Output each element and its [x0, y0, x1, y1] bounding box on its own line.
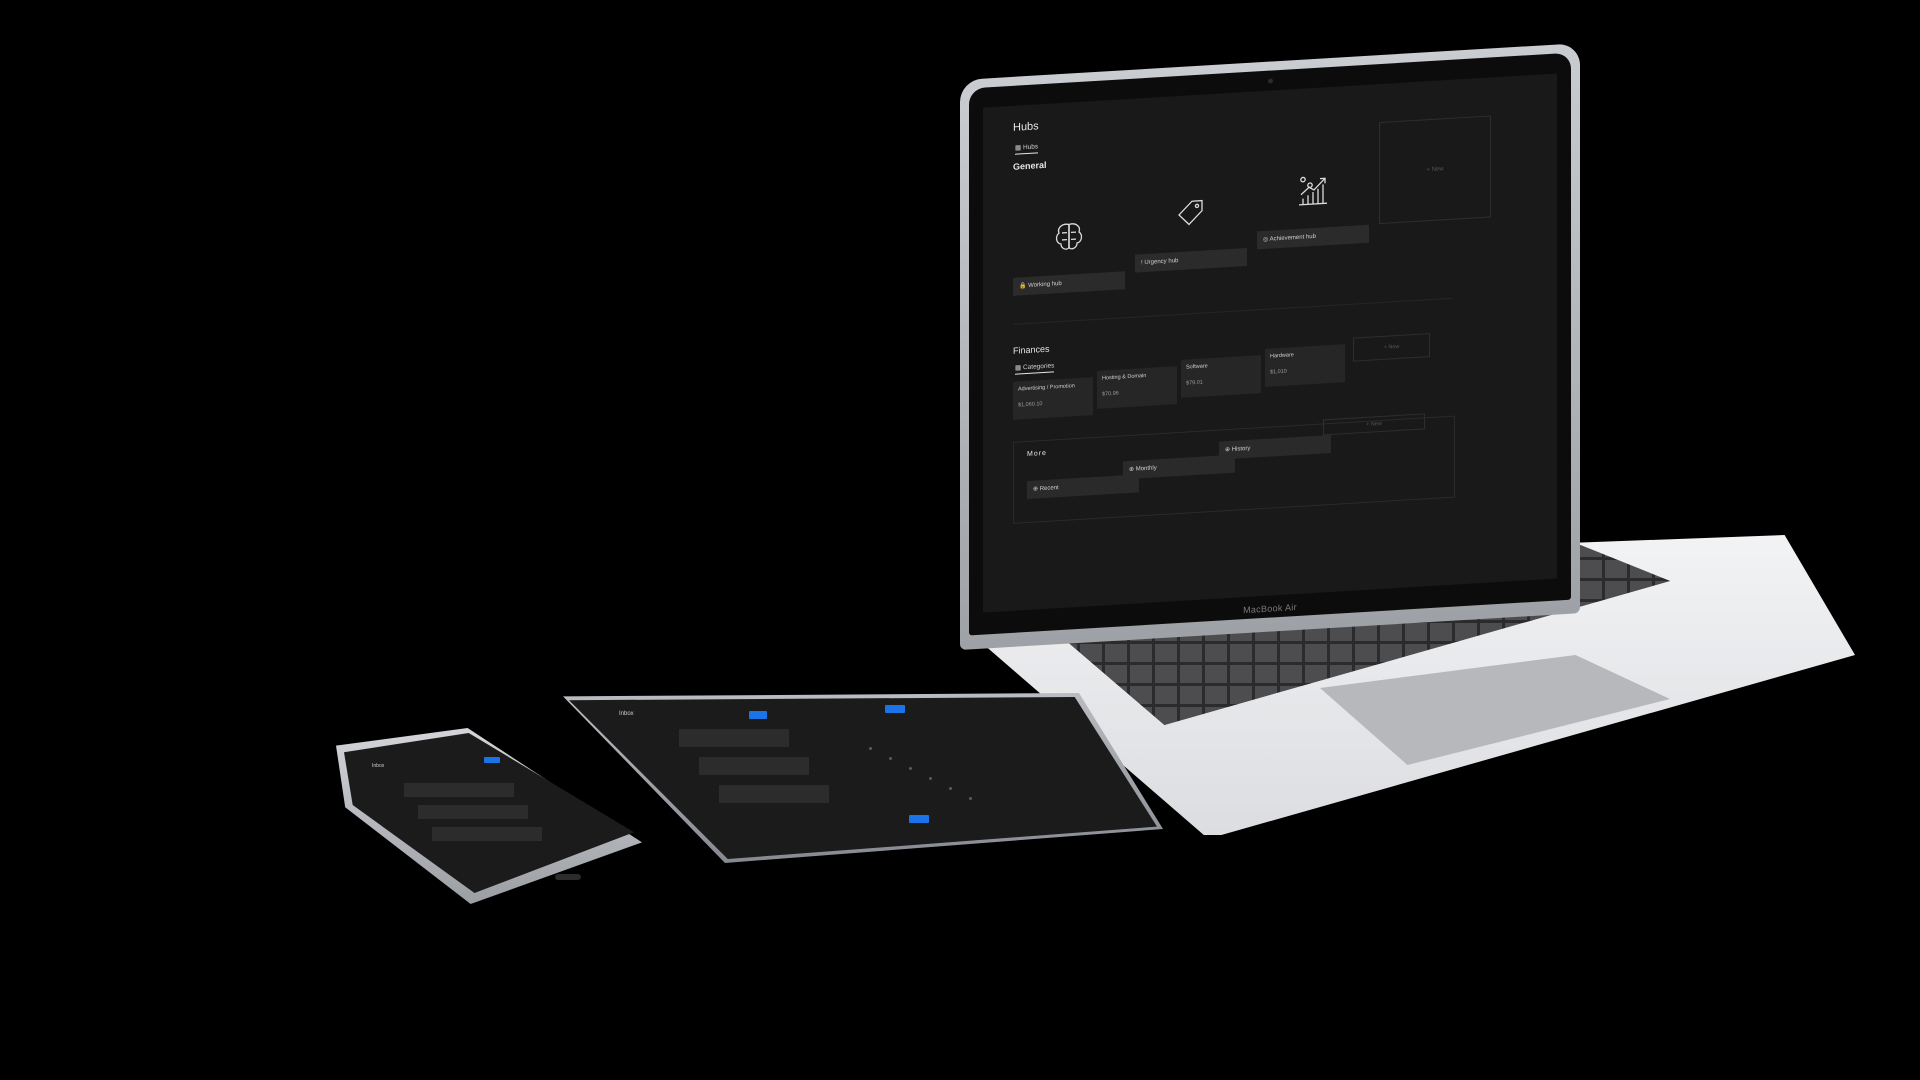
hub-card-label: ◎ Achievement hub: [1257, 224, 1369, 250]
tablet-list-item[interactable]: [679, 729, 789, 747]
tag-icon: [1135, 176, 1247, 251]
phone-title: Inbox: [372, 763, 385, 769]
finance-card-hosting[interactable]: Hosting & Domain $70.96: [1097, 366, 1177, 409]
calendar-dot: [929, 777, 932, 780]
tablet-action-button[interactable]: [885, 705, 905, 713]
calendar-dot: [949, 787, 952, 790]
phone-screen: Inbox: [344, 733, 634, 893]
more-title: More: [1027, 449, 1047, 459]
calendar-dot: [889, 757, 892, 760]
hub-card-achievement[interactable]: ◎ Achievement hub: [1257, 153, 1369, 250]
tablet-action-button[interactable]: [749, 711, 767, 719]
calendar-dot: [969, 797, 972, 800]
general-title: General: [1013, 159, 1047, 172]
tab-categories[interactable]: ▦ Categories: [1015, 361, 1055, 375]
finances-title: Finances: [1013, 343, 1050, 356]
phone-list-item[interactable]: [404, 783, 514, 797]
grid-icon: ▦: [1015, 144, 1023, 152]
tablet-list-item[interactable]: [699, 757, 809, 775]
hubs-title: Hubs: [1013, 120, 1039, 134]
new-category-button[interactable]: + New: [1353, 333, 1430, 362]
finance-card-software[interactable]: Software $79.01: [1181, 355, 1261, 398]
grid-icon: ▦: [1015, 364, 1023, 372]
calendar-dot: [869, 747, 872, 750]
calendar-dot: [909, 767, 912, 770]
laptop-lid: Hubs ▦ Hubs General 🔒 Working hub ! Urge…: [960, 43, 1580, 650]
charging-port: [555, 874, 581, 880]
laptop-screen: Hubs ▦ Hubs General 🔒 Working hub ! Urge…: [983, 73, 1557, 613]
tablet-title: Inbox: [619, 711, 634, 717]
phone-action-button[interactable]: [484, 757, 500, 763]
divider: [1013, 297, 1453, 325]
new-hub-button[interactable]: + New: [1379, 115, 1491, 225]
finance-card-hardware[interactable]: Hardware $1,010: [1265, 344, 1345, 387]
camera-icon: [1268, 78, 1273, 84]
phone-list-item[interactable]: [432, 827, 542, 841]
hub-card-working[interactable]: 🔒 Working hub: [1013, 199, 1125, 296]
phone-list-item[interactable]: [418, 805, 528, 819]
tablet-list-item[interactable]: [719, 785, 829, 803]
finance-card-advertising[interactable]: Advertising / Promotion $1,060.10: [1013, 377, 1093, 420]
growth-chart-icon: [1257, 153, 1369, 228]
tablet-action-button[interactable]: [909, 815, 929, 823]
laptop-bezel: Hubs ▦ Hubs General 🔒 Working hub ! Urge…: [969, 52, 1571, 636]
hub-card-label: 🔒 Working hub: [1013, 271, 1125, 296]
hub-card-urgency[interactable]: ! Urgency hub: [1135, 176, 1247, 273]
brain-icon: [1013, 199, 1125, 274]
hub-card-label: ! Urgency hub: [1135, 247, 1247, 273]
tab-hubs[interactable]: ▦ Hubs: [1015, 142, 1039, 155]
